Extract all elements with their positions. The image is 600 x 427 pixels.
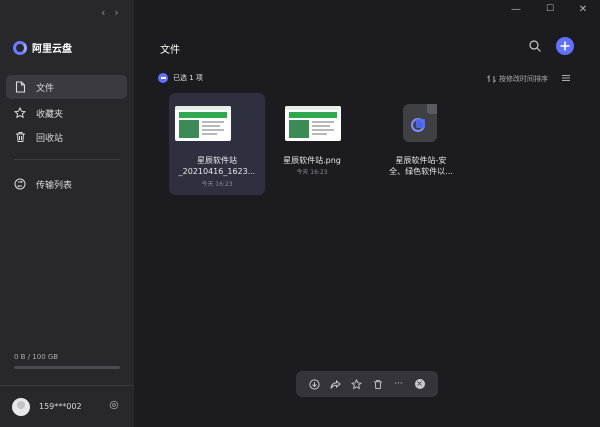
file-card[interactable]: 星辰软件站.png 今天 16:23 bbox=[264, 93, 360, 195]
file-time: 今天 16:23 bbox=[296, 169, 328, 176]
sort-label: 按修改时间排序 bbox=[499, 75, 548, 83]
storage-bar bbox=[14, 366, 120, 369]
storage-usage: 0 B / 100 GB bbox=[14, 353, 59, 361]
list-view-icon[interactable] bbox=[561, 73, 571, 83]
file-name: 星辰软件站 _20210416_1623... bbox=[178, 156, 256, 176]
file-card[interactable]: 星辰软件站 _20210416_1623... 今天 16:23 bbox=[169, 93, 265, 195]
maximize-button[interactable]: ☐ bbox=[543, 2, 557, 16]
sidebar-item-label: 收藏夹 bbox=[36, 109, 64, 120]
sidebar-item-label: 回收站 bbox=[36, 133, 64, 144]
file-name: 星辰软件站-安 全、绿色软件以... bbox=[389, 156, 453, 176]
trash-icon bbox=[14, 131, 26, 143]
selection-bar: 已选 1 项 bbox=[158, 73, 203, 83]
sidebar-item-label: 传输列表 bbox=[36, 180, 73, 191]
deselect-icon[interactable] bbox=[158, 73, 168, 83]
selection-toolbar: ··· × bbox=[296, 371, 438, 397]
sort-icon bbox=[487, 75, 496, 83]
user-row: 159***002 bbox=[0, 385, 134, 427]
trash-icon[interactable] bbox=[372, 378, 384, 390]
sidebar-divider bbox=[14, 159, 120, 160]
sort-button[interactable]: 按修改时间排序 bbox=[487, 74, 548, 84]
file-thumbnail bbox=[285, 106, 341, 141]
page-title: 文件 bbox=[160, 45, 180, 56]
sidebar-item-files[interactable]: 文件 bbox=[6, 75, 127, 99]
share-icon[interactable] bbox=[330, 378, 342, 390]
more-icon[interactable]: ··· bbox=[393, 378, 405, 390]
file-card[interactable]: 星辰软件站-安 全、绿色软件以... bbox=[373, 93, 469, 195]
app-logo: 阿里云盘 bbox=[13, 40, 72, 55]
app-name: 阿里云盘 bbox=[32, 44, 72, 55]
file-time: 今天 16:23 bbox=[201, 181, 233, 188]
file-name: 星辰软件站.png bbox=[283, 156, 341, 165]
close-icon[interactable]: × bbox=[414, 378, 426, 390]
selection-count: 已选 1 项 bbox=[173, 74, 203, 82]
sidebar-item-favorites[interactable]: 收藏夹 bbox=[6, 101, 127, 125]
logo-icon bbox=[13, 40, 27, 55]
transfer-icon bbox=[14, 178, 26, 190]
user-name[interactable]: 159***002 bbox=[39, 402, 82, 411]
back-arrow-icon[interactable]: ‹ bbox=[101, 6, 105, 19]
forward-arrow-icon[interactable]: › bbox=[114, 6, 118, 19]
star-icon[interactable] bbox=[351, 378, 363, 390]
file-icon bbox=[14, 81, 26, 93]
close-window-button[interactable]: ✕ bbox=[576, 2, 590, 16]
add-button[interactable] bbox=[556, 37, 574, 55]
download-icon[interactable] bbox=[309, 378, 321, 390]
star-icon bbox=[14, 107, 26, 119]
history-nav: ‹ › bbox=[101, 6, 119, 19]
plus-icon bbox=[560, 41, 570, 51]
sidebar-item-label: 文件 bbox=[36, 83, 55, 94]
file-thumbnail bbox=[175, 106, 231, 141]
settings-icon[interactable] bbox=[109, 400, 119, 410]
minimize-button[interactable]: — bbox=[509, 2, 523, 16]
sidebar-item-trash[interactable]: 回收站 bbox=[6, 125, 127, 149]
sidebar-item-transfers[interactable]: 传输列表 bbox=[6, 172, 127, 196]
sidebar: ‹ › 阿里云盘 文件 收藏夹 回收站 传输列表 0 B / 100 GB 15… bbox=[0, 0, 134, 427]
avatar[interactable] bbox=[12, 398, 30, 416]
document-icon bbox=[403, 104, 437, 142]
search-icon[interactable] bbox=[528, 39, 542, 53]
